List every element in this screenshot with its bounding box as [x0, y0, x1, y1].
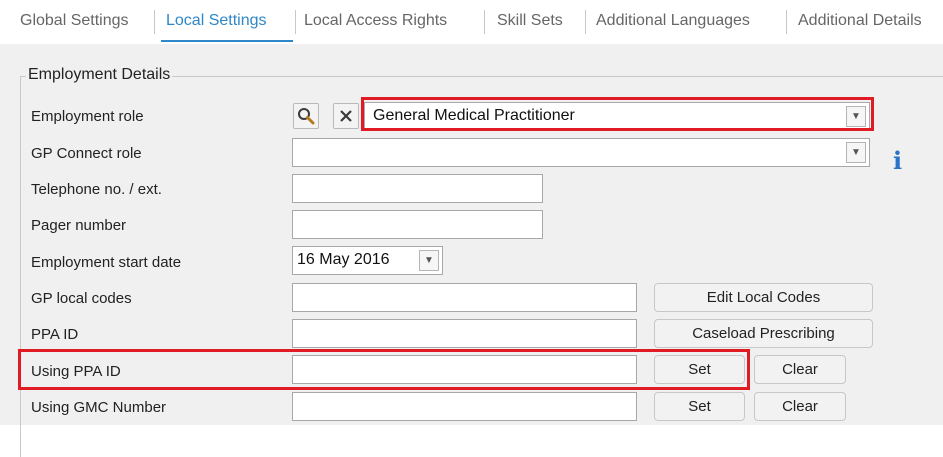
- tab-separator: [484, 10, 485, 34]
- chevron-down-icon[interactable]: ▼: [419, 250, 439, 271]
- gp-connect-role-label: GP Connect role: [31, 145, 142, 162]
- employment-role-label: Employment role: [31, 108, 144, 125]
- tab-separator: [786, 10, 787, 34]
- using-gmc-label: Using GMC Number: [31, 399, 167, 416]
- clear-ppa-button[interactable]: Clear: [754, 355, 846, 384]
- tab-skill-sets[interactable]: Skill Sets: [497, 12, 563, 30]
- pager-label: Pager number: [31, 217, 127, 234]
- edit-local-codes-button[interactable]: Edit Local Codes: [654, 283, 873, 312]
- tab-bar: Global Settings Local Settings Local Acc…: [0, 0, 943, 45]
- close-icon[interactable]: [333, 103, 359, 129]
- active-tab-indicator: [161, 40, 293, 42]
- info-icon[interactable]: i: [893, 146, 902, 175]
- tab-separator: [295, 10, 296, 34]
- telephone-label: Telephone no. / ext.: [31, 181, 162, 198]
- group-legend: Employment Details: [26, 66, 173, 84]
- telephone-input[interactable]: [292, 174, 543, 203]
- start-date-label: Employment start date: [31, 254, 182, 271]
- tab-additional-languages[interactable]: Additional Languages: [596, 12, 750, 30]
- tab-global-settings[interactable]: Global Settings: [20, 12, 129, 30]
- highlight-using-ppa-id: [18, 349, 750, 390]
- tab-separator: [154, 10, 155, 34]
- gp-local-codes-label: GP local codes: [31, 290, 132, 307]
- tab-additional-details[interactable]: Additional Details: [798, 12, 922, 30]
- pager-input[interactable]: [292, 210, 543, 239]
- gp-local-codes-input[interactable]: [292, 283, 637, 312]
- set-gmc-button[interactable]: Set: [654, 392, 745, 421]
- chevron-down-icon[interactable]: ▼: [846, 142, 866, 163]
- tab-local-settings[interactable]: Local Settings: [166, 12, 267, 30]
- search-icon[interactable]: [293, 103, 319, 129]
- start-date-select[interactable]: 16 May 2016 ▼: [292, 246, 443, 275]
- start-date-value: 16 May 2016: [297, 251, 390, 268]
- ppa-id-input[interactable]: [292, 319, 637, 348]
- using-gmc-input[interactable]: [292, 392, 637, 421]
- ppa-id-label: PPA ID: [31, 326, 79, 343]
- tab-local-access-rights[interactable]: Local Access Rights: [304, 12, 447, 30]
- highlight-employment-role: [361, 97, 874, 131]
- tab-separator: [585, 10, 586, 34]
- gp-connect-role-select[interactable]: ▼: [292, 138, 870, 167]
- clear-gmc-button[interactable]: Clear: [754, 392, 846, 421]
- caseload-prescribing-button[interactable]: Caseload Prescribing: [654, 319, 873, 348]
